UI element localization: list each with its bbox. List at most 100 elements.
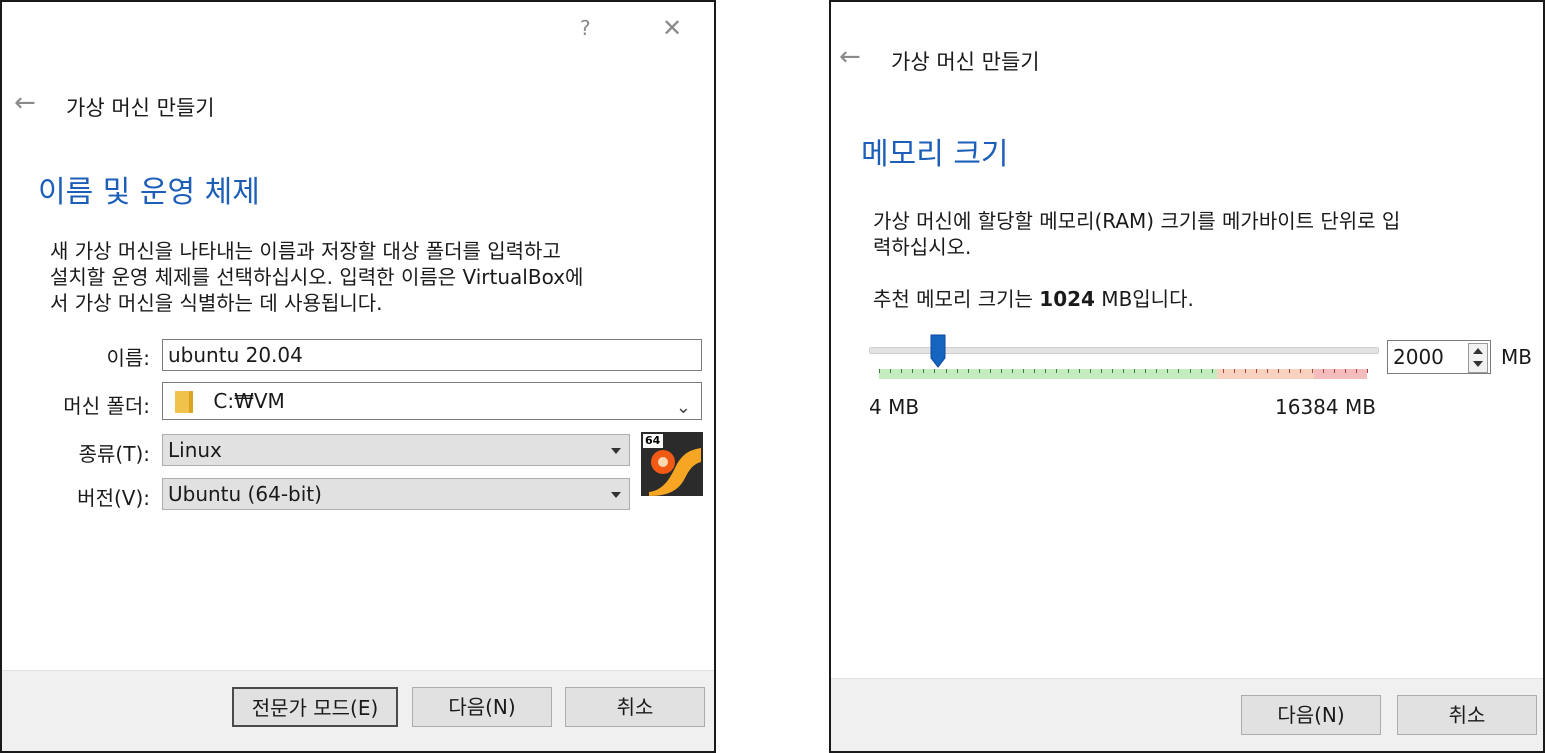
scale-tick	[934, 369, 935, 373]
close-icon[interactable]: ✕	[662, 14, 682, 42]
description-line: 서 가상 머신을 식별하는 데 사용됩니다.	[50, 291, 383, 315]
version-select[interactable]: Ubuntu (64-bit)	[162, 478, 630, 510]
scale-tick	[1334, 369, 1335, 373]
scale-tick	[1278, 369, 1279, 373]
machine-folder-select[interactable]: C:₩VM ⌄	[162, 382, 702, 420]
scale-tick	[1323, 369, 1324, 373]
scale-tick	[1167, 369, 1168, 373]
page-description: 가상 머신에 할당할 메모리(RAM) 크기를 메가바이트 단위로 입 력하십시…	[873, 208, 1543, 260]
version-value: Ubuntu (64-bit)	[168, 482, 322, 506]
page-heading: 메모리 크기	[861, 137, 1009, 172]
scale-tick	[1300, 369, 1301, 373]
scale-tick	[1201, 369, 1202, 373]
description-line: 가상 머신에 할당할 메모리(RAM) 크기를 메가바이트 단위로 입	[873, 209, 1401, 233]
slider-max-label: 16384 MB	[1275, 395, 1376, 419]
machine-folder-value: C:₩VM	[213, 389, 285, 413]
scale-tick	[1356, 369, 1357, 373]
folder-icon	[175, 391, 193, 413]
memory-unit-label: MB	[1501, 345, 1532, 369]
slider-min-label: 4 MB	[869, 395, 920, 419]
scale-tick	[879, 369, 880, 373]
scale-tick	[990, 369, 991, 373]
wizard-title: 가상 머신 만들기	[891, 50, 1040, 74]
dropdown-arrow-icon	[611, 492, 621, 498]
recommend-suffix: MB입니다.	[1094, 287, 1194, 311]
scale-tick	[890, 369, 891, 373]
memory-scale	[879, 369, 1368, 379]
scale-tick	[1001, 369, 1002, 373]
create-vm-dialog-name-os: ? ✕ ← 가상 머신 만들기 이름 및 운영 체제 새 가상 머신을 나타내는…	[0, 0, 716, 753]
spin-up-icon[interactable]	[1473, 348, 1483, 354]
slider-handle[interactable]	[930, 334, 946, 368]
scale-tick	[1312, 369, 1313, 373]
scale-tick	[1123, 369, 1124, 373]
scale-tick	[1178, 369, 1179, 373]
memory-size-spinbox[interactable]: 2000	[1387, 340, 1491, 374]
type-value: Linux	[168, 438, 222, 462]
scale-tick	[1156, 369, 1157, 373]
cancel-button[interactable]: 취소	[565, 687, 705, 727]
wizard-title: 가상 머신 만들기	[66, 96, 215, 120]
type-select[interactable]: Linux	[162, 434, 630, 466]
recommended-memory-text: 추천 메모리 크기는 1024 MB입니다.	[873, 286, 1194, 312]
ubuntu-64-os-icon: 64	[641, 432, 703, 496]
scale-tick	[979, 369, 980, 373]
spin-buttons	[1468, 343, 1488, 373]
scale-tick	[1190, 369, 1191, 373]
version-label: 버전(V):	[77, 486, 150, 510]
scale-tick	[1145, 369, 1146, 373]
back-arrow-icon[interactable]: ←	[839, 44, 861, 70]
recommended-memory-value: 1024	[1039, 287, 1095, 311]
type-label: 종류(T):	[78, 442, 150, 466]
description-line: 력하십시오.	[873, 235, 972, 259]
name-label: 이름:	[106, 346, 150, 370]
scale-tick	[1212, 369, 1213, 373]
spin-down-icon[interactable]	[1473, 361, 1483, 367]
dialog-footer: 다음(N) 취소	[831, 678, 1543, 751]
scale-tick	[1267, 369, 1268, 373]
description-line: 새 가상 머신을 나타내는 이름과 저장할 대상 폴더를 입력하고	[50, 239, 561, 263]
scale-tick	[1289, 369, 1290, 373]
scale-tick	[946, 369, 947, 373]
scale-tick	[1134, 369, 1135, 373]
os-bitness-badge: 64	[645, 434, 661, 447]
name-input[interactable]: ubuntu 20.04	[162, 339, 702, 371]
description-line: 설치할 운영 체제를 선택하십시오. 입력한 이름은 VirtualBox에	[50, 265, 584, 289]
memory-size-value: 2000	[1393, 345, 1444, 369]
next-button[interactable]: 다음(N)	[1241, 695, 1381, 735]
scale-tick	[1023, 369, 1024, 373]
scale-tick	[1090, 369, 1091, 373]
scale-tick	[1345, 369, 1346, 373]
scale-tick	[923, 369, 924, 373]
create-vm-dialog-memory: ← 가상 머신 만들기 메모리 크기 가상 머신에 할당할 메모리(RAM) 크…	[829, 0, 1545, 753]
memory-slider[interactable]	[869, 332, 1379, 382]
next-button[interactable]: 다음(N)	[412, 687, 552, 727]
dialog-footer: 전문가 모드(E) 다음(N) 취소	[2, 670, 714, 751]
cancel-button[interactable]: 취소	[1397, 695, 1537, 735]
chevron-down-icon: ⌄	[675, 397, 691, 418]
scale-tick	[1223, 369, 1224, 373]
scale-tick	[1068, 369, 1069, 373]
scale-tick	[1256, 369, 1257, 373]
scale-tick	[1245, 369, 1246, 373]
dropdown-arrow-icon	[611, 448, 621, 454]
page-heading: 이름 및 운영 체제	[38, 175, 260, 210]
expert-mode-button[interactable]: 전문가 모드(E)	[232, 687, 398, 727]
scale-tick	[912, 369, 913, 373]
help-icon[interactable]: ?	[580, 16, 591, 40]
scale-tick	[1101, 369, 1102, 373]
recommend-prefix: 추천 메모리 크기는	[873, 287, 1040, 311]
scale-tick	[1079, 369, 1080, 373]
scale-tick	[1234, 369, 1235, 373]
scale-tick	[957, 369, 958, 373]
scale-tick	[1034, 369, 1035, 373]
scale-tick	[1012, 369, 1013, 373]
scale-tick	[1056, 369, 1057, 373]
back-arrow-icon[interactable]: ←	[14, 90, 36, 116]
scale-tick	[901, 369, 902, 373]
scale-red-zone	[1314, 369, 1367, 379]
scale-tick	[1045, 369, 1046, 373]
scale-tick	[968, 369, 969, 373]
machine-folder-label: 머신 폴더:	[63, 394, 150, 418]
scale-tick	[1112, 369, 1113, 373]
